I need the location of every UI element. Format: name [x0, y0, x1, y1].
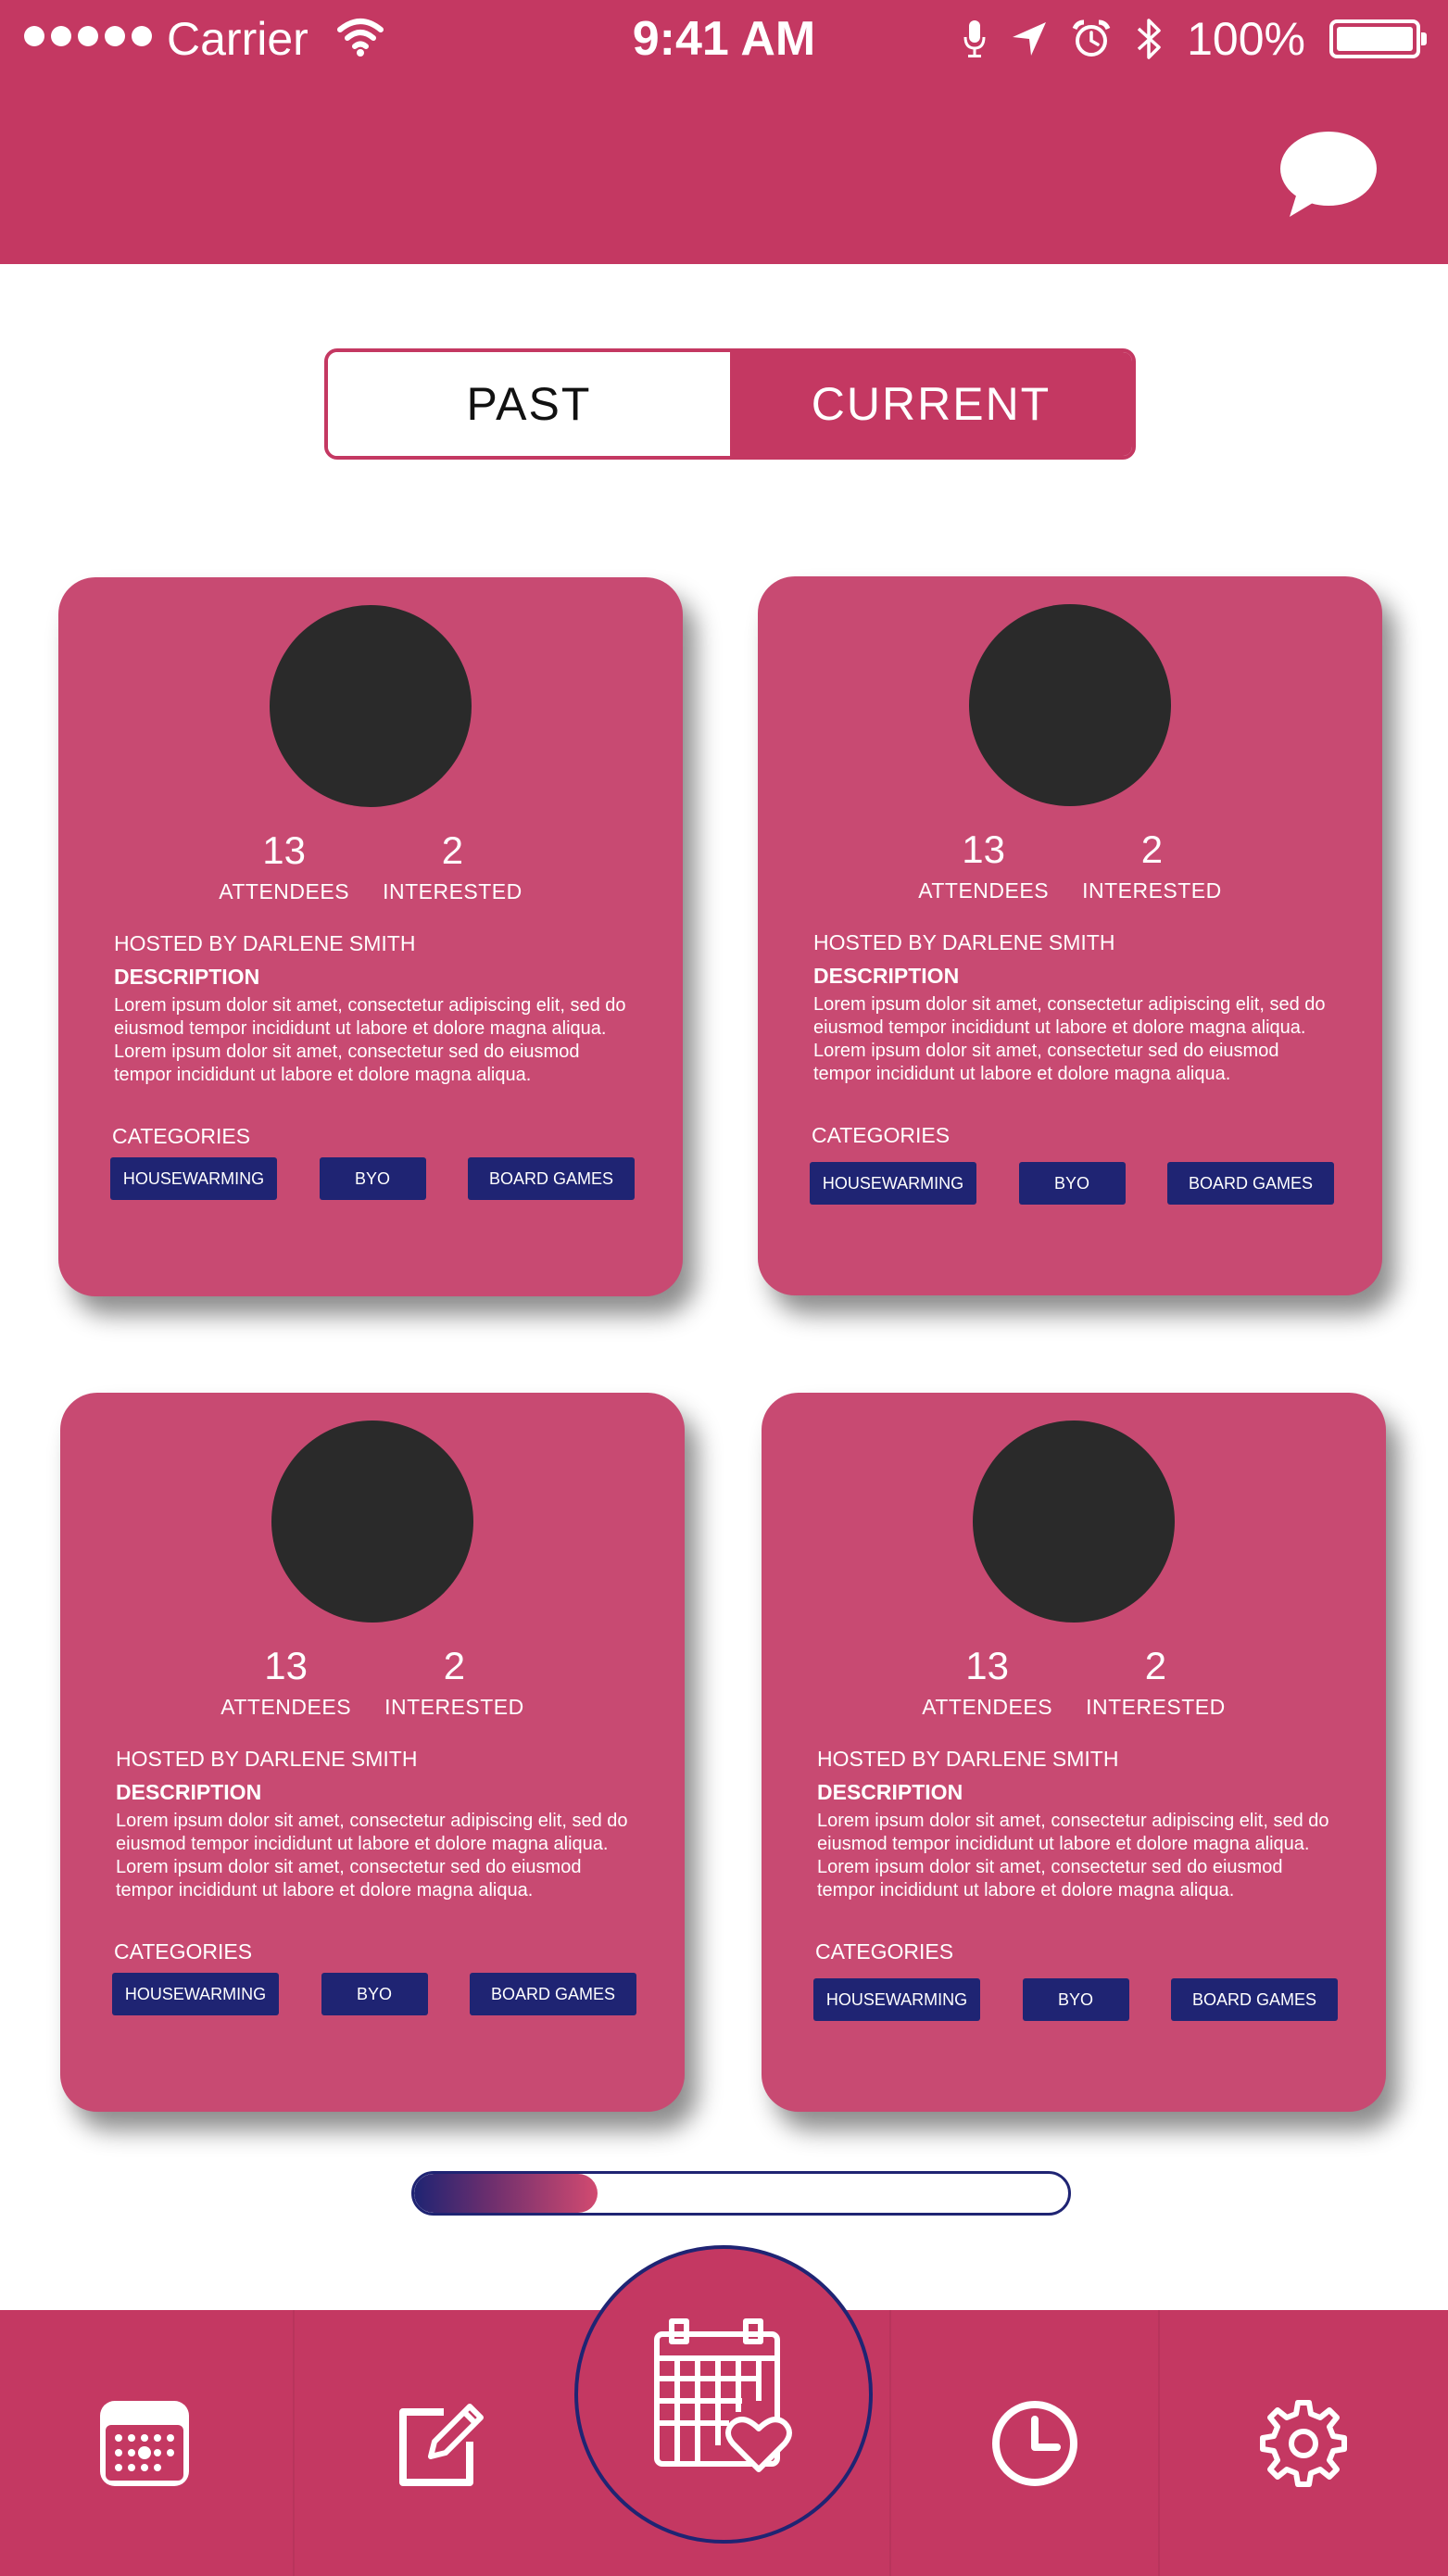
calendar-heart-icon — [654, 2318, 792, 2472]
category-tags: HOUSEWARMING BYO BOARD GAMES — [112, 1973, 636, 2015]
hosted-by: HOSTED BY DARLENE SMITH — [813, 930, 1115, 954]
event-stats: 13 ATTENDEES 2 INTERESTED — [762, 1643, 1386, 1721]
edit-note-icon — [399, 2403, 484, 2486]
interested-label: INTERESTED — [1086, 1695, 1226, 1719]
calendar-icon — [100, 2400, 189, 2486]
event-details: HOSTED BY DARLENE SMITH DESCRIPTION Lore… — [114, 929, 642, 1087]
category-tags: HOUSEWARMING BYO BOARD GAMES — [810, 1162, 1334, 1205]
chat-bubble-icon[interactable] — [1277, 128, 1379, 221]
tab-history[interactable] — [889, 2310, 1178, 2576]
event-stats: 13 ATTENDEES 2 INTERESTED — [60, 1643, 685, 1721]
attendees-stat: 13 ATTENDEES — [220, 1643, 351, 1721]
event-details: HOSTED BY DARLENE SMITH DESCRIPTION Lore… — [813, 928, 1341, 1086]
categories-label: CATEGORIES — [114, 1939, 253, 1964]
host-avatar — [973, 1421, 1175, 1623]
attendees-count: 13 — [262, 828, 306, 872]
category-tag-board-games[interactable]: BOARD GAMES — [1167, 1162, 1334, 1205]
category-tag-byo[interactable]: BYO — [321, 1973, 428, 2015]
category-tag-housewarming[interactable]: HOUSEWARMING — [810, 1162, 976, 1205]
current-tab[interactable]: CURRENT — [730, 352, 1132, 456]
category-tag-board-games[interactable]: BOARD GAMES — [470, 1973, 636, 2015]
event-card[interactable]: 13 ATTENDEES 2 INTERESTED HOSTED BY DARL… — [60, 1393, 685, 2112]
category-tag-byo[interactable]: BYO — [1022, 1978, 1129, 2021]
event-card[interactable]: 13 ATTENDEES 2 INTERESTED HOSTED BY DARL… — [762, 1393, 1386, 2112]
location-arrow-icon — [1013, 22, 1047, 56]
attendees-count: 13 — [965, 1644, 1009, 1687]
tab-settings[interactable] — [1158, 2310, 1447, 2576]
attendees-label: ATTENDEES — [219, 879, 350, 903]
past-current-toggle: PAST CURRENT — [324, 348, 1136, 460]
attendees-count: 13 — [962, 827, 1005, 871]
attendees-label: ATTENDEES — [922, 1695, 1053, 1719]
interested-count: 2 — [443, 1644, 466, 1687]
interested-stat: 2 INTERESTED — [1086, 1643, 1226, 1721]
tab-edit[interactable] — [293, 2310, 582, 2576]
description-label: DESCRIPTION — [817, 1780, 963, 1804]
categories-label: CATEGORIES — [812, 1123, 951, 1147]
category-tag-housewarming[interactable]: HOUSEWARMING — [110, 1157, 277, 1200]
attendees-stat: 13 ATTENDEES — [922, 1643, 1052, 1721]
settings-gear-icon — [1260, 2399, 1347, 2487]
description-label: DESCRIPTION — [114, 965, 260, 989]
interested-label: INTERESTED — [384, 1695, 524, 1719]
event-stats: 13 ATTENDEES 2 INTERESTED — [758, 827, 1382, 904]
past-tab[interactable]: PAST — [328, 352, 730, 456]
category-tag-board-games[interactable]: BOARD GAMES — [1171, 1978, 1338, 2021]
tab-calendar[interactable] — [0, 2310, 289, 2576]
category-tags: HOUSEWARMING BYO BOARD GAMES — [110, 1157, 635, 1200]
attendees-label: ATTENDEES — [918, 878, 1050, 903]
description-label: DESCRIPTION — [116, 1780, 262, 1804]
app-header: Carrier 9:41 AM 100% — [0, 0, 1448, 264]
progress-fill — [414, 2174, 598, 2213]
interested-stat: 2 INTERESTED — [1082, 827, 1222, 904]
host-avatar — [271, 1421, 473, 1623]
description-text: Lorem ipsum dolor sit amet, consectetur … — [813, 994, 1326, 1084]
alarm-icon — [1072, 19, 1111, 57]
status-indicators: 100% — [963, 11, 1427, 67]
event-card[interactable]: 13 ATTENDEES 2 INTERESTED HOSTED BY DARL… — [758, 576, 1382, 1295]
hosted-by: HOSTED BY DARLENE SMITH — [817, 1747, 1119, 1771]
attendees-stat: 13 ATTENDEES — [918, 827, 1049, 904]
description-text: Lorem ipsum dolor sit amet, consectetur … — [116, 1811, 628, 1900]
battery-icon — [1329, 19, 1427, 58]
category-tag-byo[interactable]: BYO — [1018, 1162, 1126, 1205]
interested-count: 2 — [1144, 1644, 1167, 1687]
clock-icon — [992, 2400, 1077, 2486]
category-tag-housewarming[interactable]: HOUSEWARMING — [112, 1973, 279, 2015]
bluetooth-icon — [1137, 19, 1161, 59]
category-tag-board-games[interactable]: BOARD GAMES — [468, 1157, 635, 1200]
categories-label: CATEGORIES — [112, 1124, 251, 1148]
event-details: HOSTED BY DARLENE SMITH DESCRIPTION Lore… — [116, 1745, 644, 1902]
attendees-label: ATTENDEES — [220, 1695, 352, 1719]
status-bar: Carrier 9:41 AM 100% — [0, 0, 1448, 78]
tab-events-home[interactable] — [574, 2245, 873, 2544]
description-label: DESCRIPTION — [813, 964, 960, 988]
host-avatar — [270, 605, 472, 807]
category-tags: HOUSEWARMING BYO BOARD GAMES — [813, 1978, 1338, 2021]
interested-label: INTERESTED — [1082, 878, 1222, 903]
battery-percentage: 100% — [1187, 13, 1305, 65]
host-avatar — [969, 604, 1171, 806]
interested-label: INTERESTED — [383, 879, 523, 903]
category-tag-housewarming[interactable]: HOUSEWARMING — [813, 1978, 980, 2021]
interested-stat: 2 INTERESTED — [384, 1643, 524, 1721]
event-details: HOSTED BY DARLENE SMITH DESCRIPTION Lore… — [817, 1745, 1345, 1902]
attendees-stat: 13 ATTENDEES — [219, 827, 349, 905]
hosted-by: HOSTED BY DARLENE SMITH — [116, 1747, 418, 1771]
event-stats: 13 ATTENDEES 2 INTERESTED — [58, 827, 683, 905]
hosted-by: HOSTED BY DARLENE SMITH — [114, 931, 416, 955]
scroll-progress-bar[interactable] — [411, 2171, 1071, 2216]
description-text: Lorem ipsum dolor sit amet, consectetur … — [114, 995, 626, 1085]
interested-count: 2 — [1140, 827, 1164, 871]
categories-label: CATEGORIES — [815, 1939, 954, 1964]
interested-count: 2 — [441, 828, 464, 872]
category-tag-byo[interactable]: BYO — [319, 1157, 426, 1200]
attendees-count: 13 — [264, 1644, 308, 1687]
event-card[interactable]: 13 ATTENDEES 2 INTERESTED HOSTED BY DARL… — [58, 577, 683, 1296]
interested-stat: 2 INTERESTED — [383, 827, 523, 905]
description-text: Lorem ipsum dolor sit amet, consectetur … — [817, 1811, 1329, 1900]
microphone-icon — [963, 20, 986, 57]
